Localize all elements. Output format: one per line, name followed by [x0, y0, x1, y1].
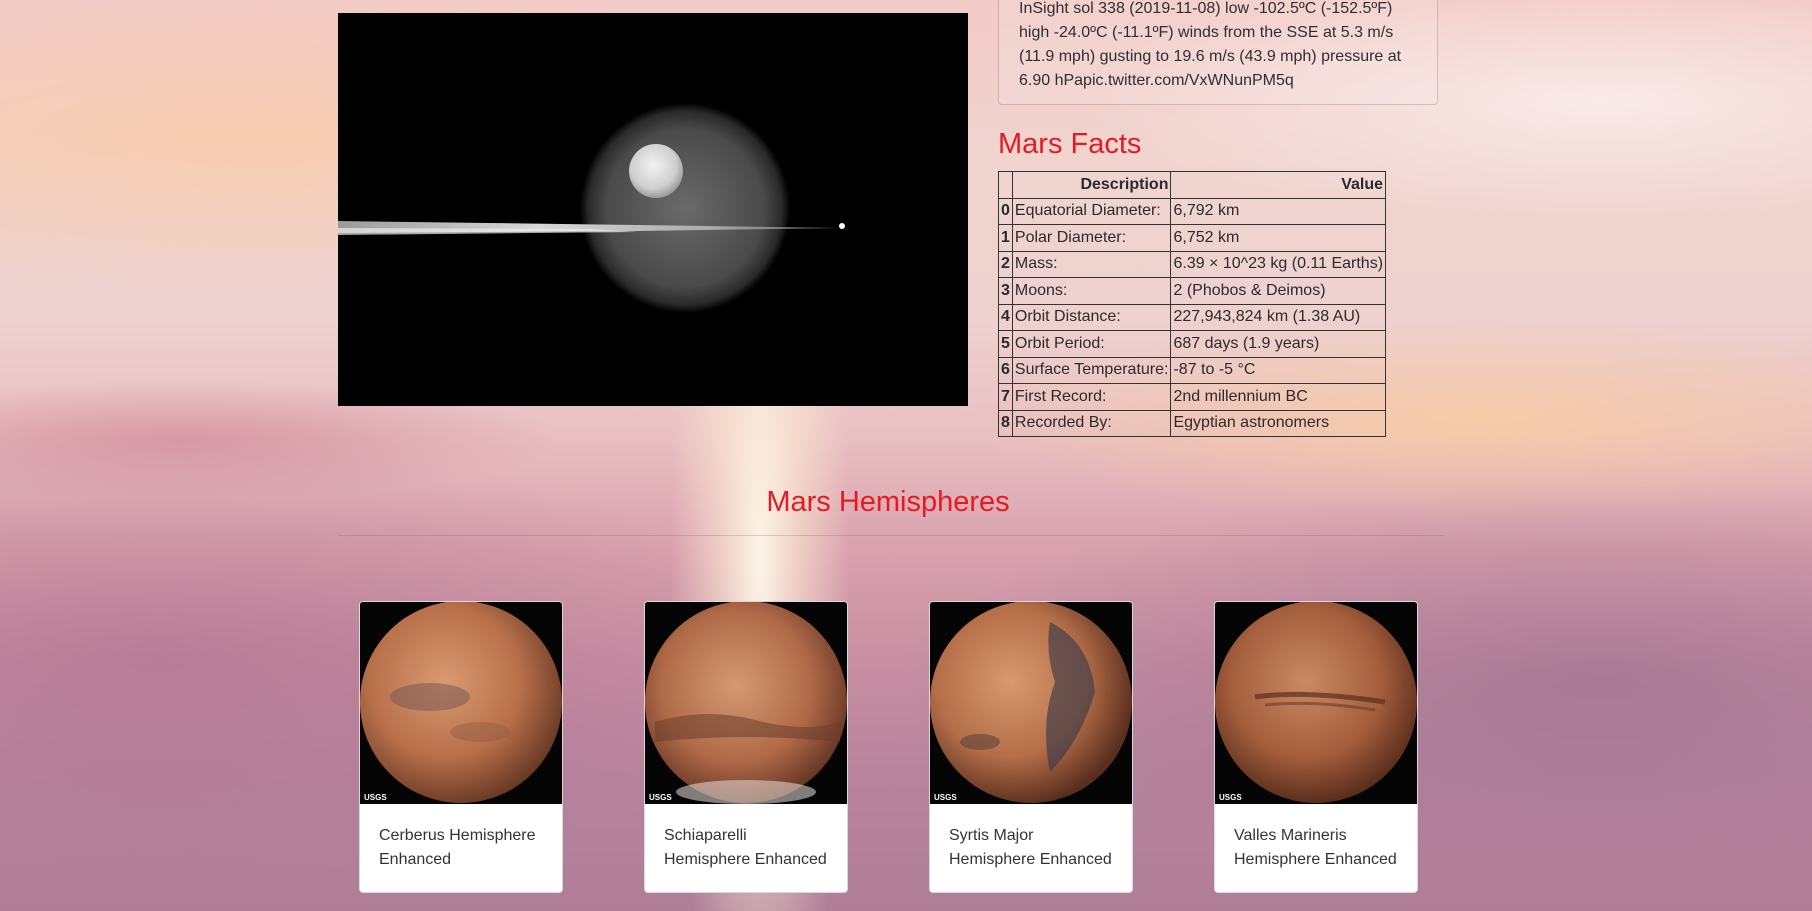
weather-text-line-2: high -24.0ºC (-11.1ºF) winds from the SS… [1019, 24, 1394, 41]
mars-facts-table: Description Value 0 Equatorial Diameter:… [998, 171, 1387, 437]
mars-globe-icon: USGS [1215, 602, 1417, 804]
hemisphere-image[interactable]: USGS [1215, 602, 1417, 804]
weather-text-line-1: InSight sol 338 (2019-11-08) low -102.5º… [1019, 0, 1393, 17]
weather-text-line-4[interactable]: 6.90 hPapic.twitter.com/VxWNunPM5q [1019, 69, 1417, 93]
saturn-moon-photo-icon [338, 13, 968, 406]
row-description: Mass: [1011, 250, 1172, 278]
row-index: 3 [998, 277, 1013, 305]
hemisphere-image[interactable]: USGS [360, 602, 562, 804]
hemisphere-title-line-1: Valles Marineris [1234, 827, 1347, 844]
hemisphere-card-cerberus[interactable]: USGS Cerberus Hemisphere Enhanced [359, 601, 563, 893]
table-row: 1 Polar Diameter: 6,752 km [998, 224, 1387, 252]
hemisphere-title-line-2: Enhanced [379, 851, 452, 868]
table-row: 4 Orbit Distance: 227,943,824 km (1.38 A… [998, 303, 1387, 331]
row-value: Egyptian astronomers [1170, 409, 1387, 437]
hemisphere-image[interactable]: USGS [645, 602, 847, 804]
mars-globe-icon: USGS [930, 602, 1132, 804]
row-description: Recorded By: [1011, 409, 1172, 437]
table-header-row: Description Value [998, 171, 1387, 199]
hemisphere-card-schiaparelli[interactable]: USGS Schiaparelli Hemisphere Enhanced [644, 601, 848, 893]
row-index: 1 [998, 224, 1013, 252]
row-value: -87 to -5 °C [1170, 356, 1387, 384]
table-row: 0 Equatorial Diameter: 6,792 km [998, 197, 1387, 225]
row-value: 687 days (1.9 years) [1170, 330, 1387, 358]
mars-globe-icon: USGS [645, 602, 847, 804]
hemisphere-title[interactable]: Valles Marineris Hemisphere Enhanced [1215, 804, 1417, 872]
hemisphere-title-line-1: Cerberus Hemisphere [379, 827, 536, 844]
row-index: 8 [998, 409, 1013, 437]
table-row: 6 Surface Temperature: -87 to -5 °C [998, 356, 1387, 384]
column-header-value: Value [1170, 171, 1387, 199]
section-divider [338, 535, 1444, 536]
mars-facts-heading: Mars Facts [998, 128, 1142, 160]
row-value: 2 (Phobos & Deimos) [1170, 277, 1387, 305]
row-index: 2 [998, 250, 1013, 278]
table-row: 2 Mass: 6.39 × 10^23 kg (0.11 Earths) [998, 250, 1387, 278]
svg-text:USGS: USGS [649, 793, 672, 802]
weather-text-line-3: (11.9 mph) gusting to 19.6 m/s (43.9 mph… [1019, 48, 1402, 65]
row-value: 227,943,824 km (1.38 AU) [1170, 303, 1387, 331]
column-header-index [998, 171, 1013, 199]
hemisphere-title-line-2: Hemisphere Enhanced [664, 851, 827, 868]
row-description: Moons: [1011, 277, 1172, 305]
hemisphere-title[interactable]: Schiaparelli Hemisphere Enhanced [645, 804, 847, 872]
row-value: 6,792 km [1170, 197, 1387, 225]
hemisphere-title-line-1: Schiaparelli [664, 827, 747, 844]
hemisphere-title-line-2: Hemisphere Enhanced [1234, 851, 1397, 868]
hemisphere-title[interactable]: Cerberus Hemisphere Enhanced [360, 804, 562, 872]
hemisphere-card-valles-marineris[interactable]: USGS Valles Marineris Hemisphere Enhance… [1214, 601, 1418, 893]
row-description: Surface Temperature: [1011, 356, 1172, 384]
mars-weather-box: InSight sol 338 (2019-11-08) low -102.5º… [998, 0, 1438, 105]
row-value: 6.39 × 10^23 kg (0.11 Earths) [1170, 250, 1387, 278]
hemisphere-title[interactable]: Syrtis Major Hemisphere Enhanced [930, 804, 1132, 872]
table-row: 5 Orbit Period: 687 days (1.9 years) [998, 330, 1387, 358]
row-index: 5 [998, 330, 1013, 358]
svg-text:USGS: USGS [934, 793, 957, 802]
table-row: 7 First Record: 2nd millennium BC [998, 383, 1387, 411]
row-description: Orbit Distance: [1011, 303, 1172, 331]
column-header-description: Description [1011, 171, 1172, 199]
table-row: 3 Moons: 2 (Phobos & Deimos) [998, 277, 1387, 305]
hemisphere-title-line-2: Hemisphere Enhanced [949, 851, 1112, 868]
row-value: 2nd millennium BC [1170, 383, 1387, 411]
row-value: 6,752 km [1170, 224, 1387, 252]
row-index: 0 [998, 197, 1013, 225]
row-index: 7 [998, 383, 1013, 411]
svg-text:USGS: USGS [1219, 793, 1242, 802]
table-row: 8 Recorded By: Egyptian astronomers [998, 409, 1387, 437]
row-index: 6 [998, 356, 1013, 384]
row-description: First Record: [1011, 383, 1172, 411]
mars-hemispheres-heading: Mars Hemispheres [766, 486, 1010, 518]
row-description: Polar Diameter: [1011, 224, 1172, 252]
featured-image[interactable] [338, 13, 968, 406]
row-index: 4 [998, 303, 1013, 331]
hemisphere-image[interactable]: USGS [930, 602, 1132, 804]
mars-globe-icon: USGS [360, 602, 562, 804]
hemisphere-card-syrtis-major[interactable]: USGS Syrtis Major Hemisphere Enhanced [929, 601, 1133, 893]
row-description: Equatorial Diameter: [1011, 197, 1172, 225]
row-description: Orbit Period: [1011, 330, 1172, 358]
hemisphere-title-line-1: Syrtis Major [949, 827, 1034, 844]
svg-text:USGS: USGS [364, 793, 387, 802]
